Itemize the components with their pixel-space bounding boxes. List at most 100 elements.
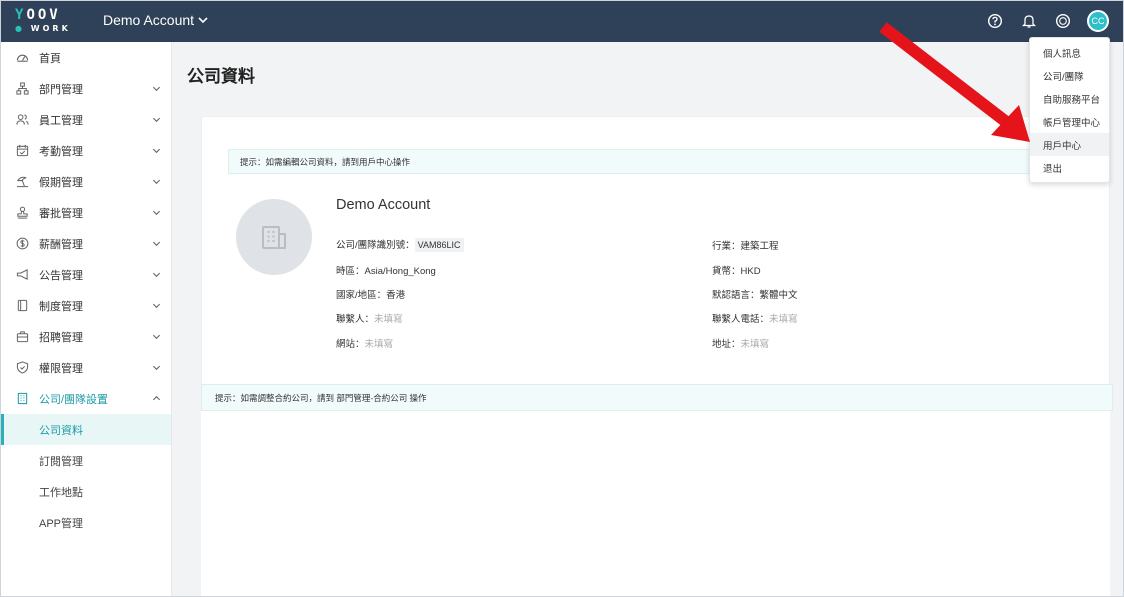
- field-label: 網站：: [336, 339, 365, 350]
- industry-field: 行業：建築工程: [712, 238, 779, 252]
- team-id-value: VAM86LIC: [414, 238, 464, 252]
- building-icon: [15, 392, 29, 406]
- sidebar-item-recruitment[interactable]: 招聘管理: [1, 321, 171, 352]
- top-icons: CC: [985, 10, 1109, 32]
- chevron-down-icon: [152, 241, 161, 247]
- sidebar: 首頁 部門管理 員工管理 考勤管理 假期管理 審批管理 薪酬管理 公告管理 制度…: [1, 42, 172, 596]
- field-label: 國家/地區：: [336, 290, 387, 301]
- coins-icon[interactable]: [1053, 10, 1073, 32]
- app-window: YOOV ● WORK Demo Account CC 首頁 部門管理 員工管理…: [0, 0, 1124, 597]
- sidebar-item-label: 員工管理: [39, 114, 83, 127]
- contact-phone-field: 聯繫人電話：未填寫: [712, 311, 798, 325]
- sidebar-item-label: 薪酬管理: [39, 238, 83, 251]
- language-value: 繁體中文: [759, 290, 798, 301]
- sidebar-item-label: 假期管理: [39, 176, 83, 189]
- yoov-work-logo[interactable]: YOOV ● WORK: [15, 8, 75, 36]
- sidebar-item-company-settings[interactable]: 公司/團隊設置: [1, 383, 171, 414]
- chevron-down-icon: [198, 17, 208, 24]
- sidebar-item-home[interactable]: 首頁: [1, 42, 171, 73]
- logo-dot: ●: [15, 24, 25, 33]
- menu-item-account-center[interactable]: 帳戶管理中心: [1030, 110, 1109, 133]
- sidebar-subitem-work-locations[interactable]: 工作地點: [1, 476, 171, 507]
- contact-value: 未填寫: [374, 314, 403, 325]
- sidebar-item-leave[interactable]: 假期管理: [1, 166, 171, 197]
- address-value: 未填寫: [740, 339, 770, 350]
- company-name: Demo Account: [336, 197, 431, 213]
- book-icon: [15, 299, 29, 313]
- team-id-field: 公司/團隊識別號： VAM86LIC: [336, 237, 464, 252]
- chevron-down-icon: [152, 365, 161, 371]
- field-label: 聯繫人：: [336, 314, 375, 325]
- logo-y: Y: [15, 7, 27, 23]
- chevron-down-icon: [152, 303, 161, 309]
- sidebar-subitem-app-management[interactable]: APP管理: [1, 507, 171, 538]
- page-title: 公司資料: [187, 67, 255, 86]
- field-label: 聯繫人電話：: [712, 314, 770, 325]
- chevron-up-icon: [152, 395, 161, 401]
- beach-icon: [15, 175, 29, 189]
- country-value: 香港: [386, 290, 406, 301]
- sidebar-item-label: 首頁: [39, 52, 61, 65]
- menu-item-user-center[interactable]: 用戶中心: [1030, 133, 1109, 156]
- currency-field: 貨幣：HKD: [712, 263, 761, 277]
- industry-value: 建築工程: [740, 241, 779, 252]
- sidebar-item-label: 考勤管理: [39, 145, 83, 158]
- edit-hint-banner: 提示：如需編輯公司資料，請到用戶中心操作: [228, 149, 1088, 174]
- account-switcher[interactable]: Demo Account: [103, 12, 208, 28]
- field-label: 貨幣：: [712, 266, 741, 277]
- sidebar-item-approvals[interactable]: 審批管理: [1, 197, 171, 228]
- timezone-value: Asia/Hong_Kong: [364, 266, 436, 277]
- chevron-down-icon: [152, 272, 161, 278]
- chevron-down-icon: [152, 210, 161, 216]
- stamp-icon: [15, 206, 29, 220]
- sidebar-item-label: 招聘管理: [39, 331, 83, 344]
- content-panel: [201, 411, 1110, 596]
- sidebar-item-label: 部門管理: [39, 83, 83, 96]
- chevron-down-icon: [152, 148, 161, 154]
- sidebar-item-label: 制度管理: [39, 300, 83, 313]
- sidebar-item-payroll[interactable]: 薪酬管理: [1, 228, 171, 259]
- sidebar-subitem-subscription[interactable]: 訂閱管理: [1, 445, 171, 476]
- menu-item-self-service[interactable]: 自助服務平台: [1030, 87, 1109, 110]
- menu-item-company-team[interactable]: 公司/團隊: [1030, 64, 1109, 87]
- org-chart-icon: [15, 82, 29, 96]
- sidebar-item-announcements[interactable]: 公告管理: [1, 259, 171, 290]
- chevron-down-icon: [152, 86, 161, 92]
- menu-item-personal-info[interactable]: 個人訊息: [1030, 41, 1109, 64]
- language-field: 默認語言：繁體中文: [712, 287, 798, 301]
- contact-field: 聯繫人：未填寫: [336, 311, 403, 325]
- field-label: 時區：: [336, 266, 365, 277]
- user-dropdown-menu: 個人訊息 公司/團隊 自助服務平台 帳戶管理中心 用戶中心 退出: [1029, 37, 1110, 183]
- shield-icon: [15, 361, 29, 375]
- sidebar-subitem-company-info[interactable]: 公司資料: [1, 414, 171, 445]
- sidebar-item-attendance[interactable]: 考勤管理: [1, 135, 171, 166]
- field-label: 默認語言：: [712, 290, 760, 301]
- avatar[interactable]: CC: [1087, 10, 1109, 32]
- sidebar-item-employees[interactable]: 員工管理: [1, 104, 171, 135]
- field-label: 地址：: [712, 339, 741, 350]
- help-icon[interactable]: [985, 10, 1005, 32]
- field-label: 行業：: [712, 241, 741, 252]
- main-content: 公司資料 提示：如需編輯公司資料，請到用戶中心操作 Demo Account 公…: [172, 42, 1123, 596]
- logo-bottom-text: WORK: [30, 24, 71, 33]
- people-icon: [15, 113, 29, 127]
- company-info-card: 提示：如需編輯公司資料，請到用戶中心操作 Demo Account 公司/團隊識…: [201, 116, 1110, 386]
- company-logo-placeholder: [236, 199, 312, 275]
- sidebar-item-policies[interactable]: 制度管理: [1, 290, 171, 321]
- chevron-down-icon: [152, 179, 161, 185]
- menu-item-logout[interactable]: 退出: [1030, 156, 1109, 179]
- dashboard-icon: [15, 51, 29, 65]
- sidebar-item-departments[interactable]: 部門管理: [1, 73, 171, 104]
- top-bar: YOOV ● WORK Demo Account CC: [1, 1, 1123, 42]
- megaphone-icon: [15, 268, 29, 282]
- sidebar-item-permissions[interactable]: 權限管理: [1, 352, 171, 383]
- website-value: 未填寫: [364, 339, 394, 350]
- address-field: 地址：未填寫: [712, 336, 769, 350]
- website-field: 網站：未填寫: [336, 336, 393, 350]
- calendar-check-icon: [15, 144, 29, 158]
- country-field: 國家/地區：香港: [336, 287, 405, 301]
- dollar-icon: [15, 237, 29, 251]
- bell-icon[interactable]: [1019, 10, 1039, 32]
- field-label: 公司/團隊識別號：: [336, 240, 415, 251]
- contract-company-hint-banner: 提示：如需調整合約公司，請到 部門管理-合約公司 操作: [201, 384, 1113, 411]
